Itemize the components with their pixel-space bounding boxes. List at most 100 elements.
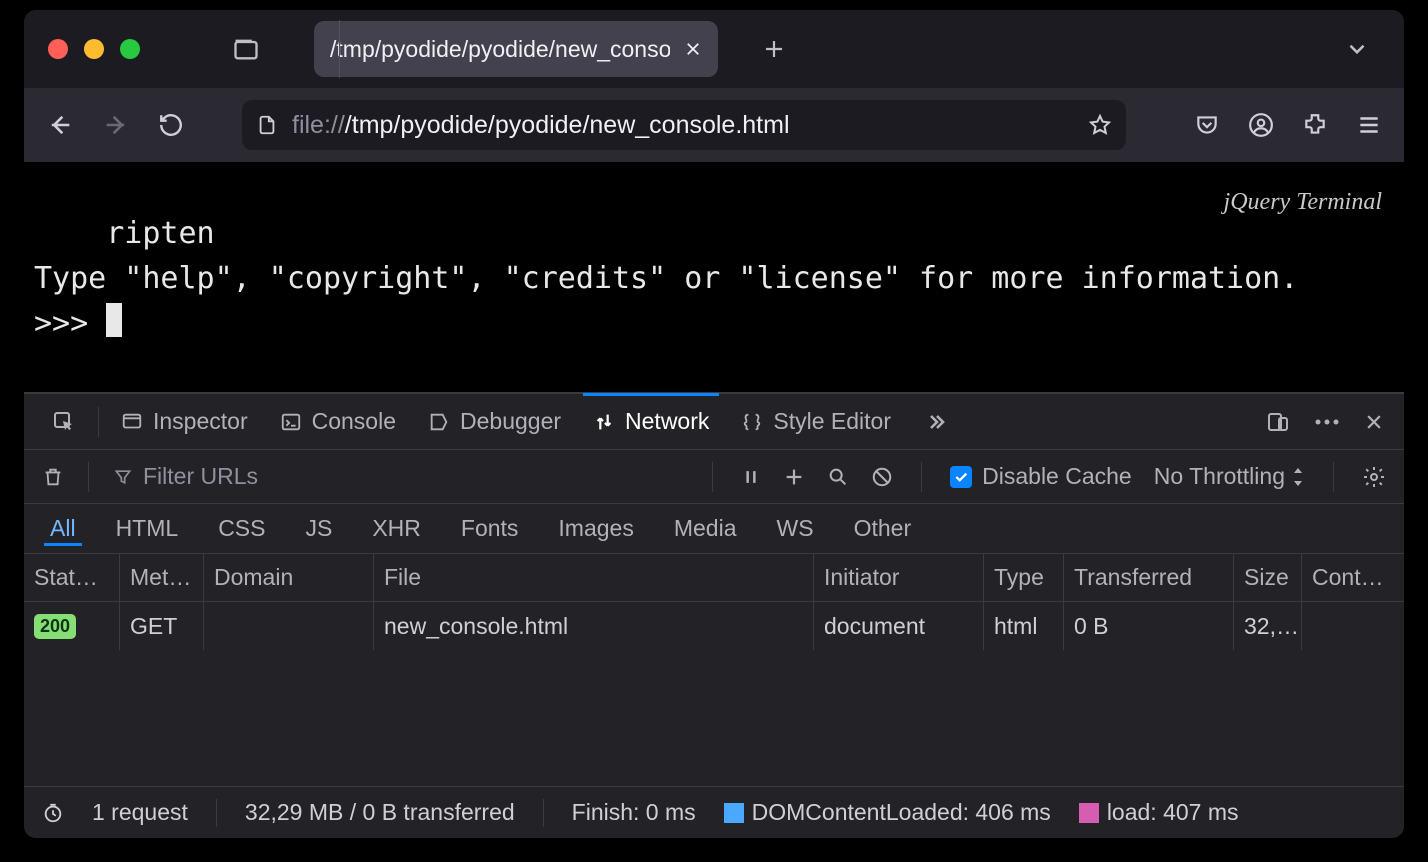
footer-requests: 1 request [92, 799, 188, 826]
reload-button[interactable] [158, 112, 184, 138]
devtools-menu-icon[interactable] [1314, 417, 1340, 427]
divider [88, 462, 89, 492]
responsive-mode-icon[interactable] [1266, 410, 1290, 434]
divider [98, 407, 99, 437]
filter-xhr[interactable]: XHR [366, 511, 427, 546]
terminal-prompt: >>> [34, 306, 106, 341]
footer-finish: Finish: 0 ms [572, 799, 696, 826]
col-file[interactable]: File [374, 554, 814, 601]
footer-dcl: DOMContentLoaded: 406 ms [724, 799, 1051, 826]
col-content[interactable]: Cont… [1302, 554, 1404, 601]
cell-size: 32,… [1234, 602, 1302, 650]
table-row[interactable]: 200 GET new_console.html document html 0… [24, 602, 1404, 650]
cell-status: 200 [24, 602, 120, 650]
footer-dcl-text: DOMContentLoaded: 406 ms [752, 799, 1051, 825]
back-button[interactable] [46, 111, 74, 139]
table-header[interactable]: Stat… Met… Domain File Initiator Type Tr… [24, 554, 1404, 602]
terminal-watermark: jQuery Terminal [1224, 184, 1382, 220]
status-badge: 200 [34, 614, 76, 639]
filter-all[interactable]: All [44, 511, 82, 546]
account-icon[interactable] [1248, 112, 1274, 138]
tab-label: Console [312, 408, 396, 435]
bookmark-icon[interactable] [1088, 113, 1112, 137]
throttling-select[interactable]: No Throttling [1154, 463, 1305, 490]
devtools-tab-debugger[interactable]: Debugger [412, 394, 577, 449]
throttling-label: No Throttling [1154, 463, 1285, 490]
tab-title: /tmp/pyodide/pyodide/new_console. [330, 36, 670, 63]
network-table: Stat… Met… Domain File Initiator Type Tr… [24, 554, 1404, 786]
filter-js[interactable]: JS [299, 511, 338, 546]
col-size[interactable]: Size [1234, 554, 1302, 601]
cell-content [1302, 602, 1404, 650]
close-tab-icon[interactable] [684, 40, 702, 58]
devtools-pick-element-icon[interactable] [36, 394, 92, 449]
filter-ws[interactable]: WS [771, 511, 820, 546]
page-icon [256, 114, 278, 136]
clear-icon[interactable] [42, 466, 64, 488]
close-window-icon[interactable] [48, 39, 68, 59]
menu-icon[interactable] [1356, 112, 1382, 138]
filter-css[interactable]: CSS [212, 511, 271, 546]
devtools-close-icon[interactable] [1364, 412, 1384, 432]
url-scheme: file:// [292, 111, 345, 139]
filter-media[interactable]: Media [668, 511, 743, 546]
extensions-icon[interactable] [1302, 112, 1328, 138]
filter-other[interactable]: Other [848, 511, 918, 546]
browser-tab[interactable]: /tmp/pyodide/pyodide/new_console. [314, 21, 718, 77]
col-domain[interactable]: Domain [204, 554, 374, 601]
filter-urls-input[interactable]: Filter URLs [113, 463, 688, 490]
stopwatch-icon[interactable] [42, 802, 64, 824]
terminal-line: Type "help", "copyright", "credits" or "… [34, 261, 1298, 296]
page-content-terminal[interactable]: jQuery Terminalripten Type "help", "copy… [24, 162, 1404, 392]
url-bar[interactable]: file:///tmp/pyodide/pyodide/new_console.… [242, 100, 1126, 150]
list-tabs-button[interactable] [1344, 36, 1384, 62]
terminal-cursor [106, 303, 122, 337]
settings-gear-icon[interactable] [1362, 465, 1386, 489]
devtools-more-tabs-icon[interactable] [907, 394, 963, 449]
tab-label: Debugger [460, 408, 561, 435]
tab-label: Inspector [153, 408, 248, 435]
url-path: /tmp/pyodide/pyodide/new_console.html [345, 111, 790, 139]
devtools-tab-inspector[interactable]: Inspector [105, 394, 264, 449]
url-text: file:///tmp/pyodide/pyodide/new_console.… [292, 111, 790, 140]
cell-domain [204, 602, 374, 650]
col-type[interactable]: Type [984, 554, 1064, 601]
network-filter-bar: All HTML CSS JS XHR Fonts Images Media W… [24, 504, 1404, 554]
titlebar: /tmp/pyodide/pyodide/new_console. [24, 10, 1404, 88]
pause-icon[interactable] [741, 467, 761, 487]
search-icon[interactable] [827, 466, 849, 488]
block-icon[interactable] [871, 466, 893, 488]
load-color-icon [1079, 803, 1099, 823]
footer-load-text: load: 407 ms [1107, 799, 1239, 825]
forward-button[interactable] [102, 111, 130, 139]
minimize-window-icon[interactable] [84, 39, 104, 59]
divider [543, 799, 544, 827]
network-toolbar: Filter URLs [24, 450, 1404, 504]
cell-transferred: 0 B [1064, 602, 1234, 650]
cell-initiator: document [814, 602, 984, 650]
cell-file: new_console.html [374, 602, 814, 650]
divider [1333, 462, 1334, 492]
tab-overview-icon[interactable] [232, 35, 260, 63]
filter-html[interactable]: HTML [110, 511, 185, 546]
filter-images[interactable]: Images [552, 511, 639, 546]
devtools-tab-style-editor[interactable]: Style Editor [725, 394, 907, 449]
col-status[interactable]: Stat… [24, 554, 120, 601]
divider [921, 462, 922, 492]
tab-label: Network [625, 408, 709, 435]
col-method[interactable]: Met… [120, 554, 204, 601]
pocket-icon[interactable] [1194, 112, 1220, 138]
filter-fonts[interactable]: Fonts [455, 511, 525, 546]
col-initiator[interactable]: Initiator [814, 554, 984, 601]
col-transferred[interactable]: Transferred [1064, 554, 1234, 601]
add-request-icon[interactable] [783, 466, 805, 488]
devtools-tab-network[interactable]: Network [577, 394, 725, 449]
disable-cache-checkbox[interactable]: Disable Cache [950, 463, 1132, 490]
navigation-toolbar: file:///tmp/pyodide/pyodide/new_console.… [24, 88, 1404, 162]
devtools-tab-console[interactable]: Console [264, 394, 412, 449]
cell-type: html [984, 602, 1064, 650]
divider [712, 462, 713, 492]
maximize-window-icon[interactable] [120, 39, 140, 59]
divider [216, 799, 217, 827]
new-tab-button[interactable] [762, 37, 786, 61]
